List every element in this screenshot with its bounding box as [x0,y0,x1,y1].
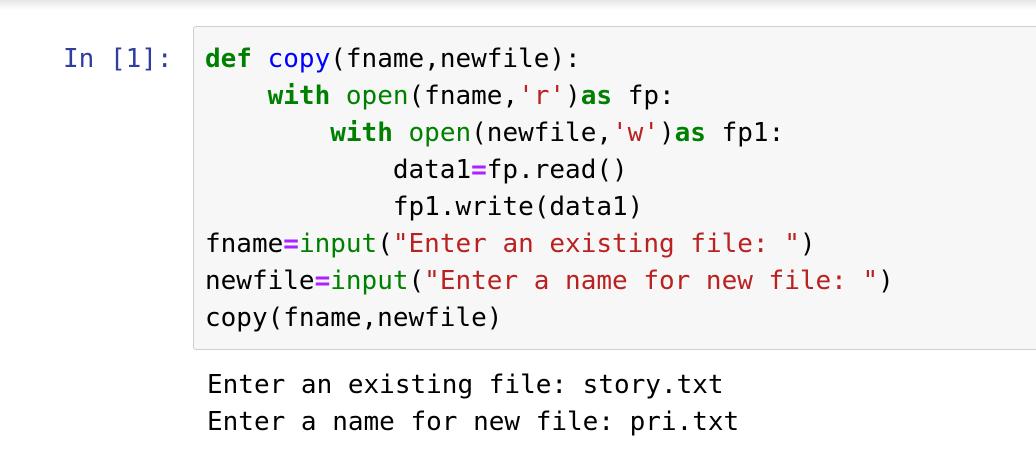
code-text: (fname,newfile): [330,44,581,74]
code-line-6: fname=input("Enter an existing file: ") [205,226,894,263]
code-line-3: with open(newfile,'w')as fp1: [205,115,894,152]
code-text: ) [659,118,675,148]
code-line-8: copy(fname,newfile) [205,300,894,337]
code-text: ( [408,266,425,296]
code-text: fp.read() [486,155,628,185]
string-literal: "Enter a name for new file: " [424,266,879,296]
keyword-with: with [330,118,393,148]
builtin-open: open [408,118,472,148]
assign-operator: = [314,266,331,296]
code-text: fp: [612,81,675,111]
code-line-4: data1=fp.read() [205,152,894,189]
code-text: copy(fname,newfile) [205,303,503,333]
function-name: copy [267,44,331,74]
code-editor[interactable]: def copy(fname,newfile): with open(fname… [205,41,894,337]
code-text: ) [799,229,816,259]
code-line-5: fp1.write(data1) [205,189,894,226]
code-line-1: def copy(fname,newfile): [205,41,894,78]
code-text: (fname, [408,81,519,111]
builtin-input: input [298,229,378,259]
cell-output: Enter an existing file: story.txt Enter a… [207,367,739,441]
output-line: Enter a name for new file: pri.txt [207,407,740,437]
top-divider [0,0,1036,10]
keyword-with: with [267,81,331,111]
code-text: data1 [392,155,472,185]
code-text: fp1.write(data1) [392,192,644,222]
builtin-input: input [330,266,409,296]
keyword-def: def [205,44,252,74]
code-text: (newfile, [471,118,613,148]
code-line-2: with open(fname,'r')as fp: [205,78,894,115]
string-literal: "Enter an existing file: " [392,229,800,259]
assign-operator: = [283,229,299,259]
code-text: newfile [205,266,315,296]
code-text: fname [205,229,284,259]
code-line-7: newfile=input("Enter a name for new file… [205,263,894,300]
keyword-as: as [674,118,706,148]
code-text: ( [377,229,393,259]
keyword-as: as [580,81,613,111]
output-line: Enter an existing file: story.txt [207,370,724,400]
assign-operator: = [471,155,487,185]
code-text: fp1: [705,118,785,148]
builtin-open: open [345,81,409,111]
string-literal: 'w' [612,118,659,148]
code-text: ) [878,266,894,296]
code-text: ) [565,81,581,111]
string-literal: 'r' [518,81,566,111]
input-prompt: In [1]: [63,44,173,74]
